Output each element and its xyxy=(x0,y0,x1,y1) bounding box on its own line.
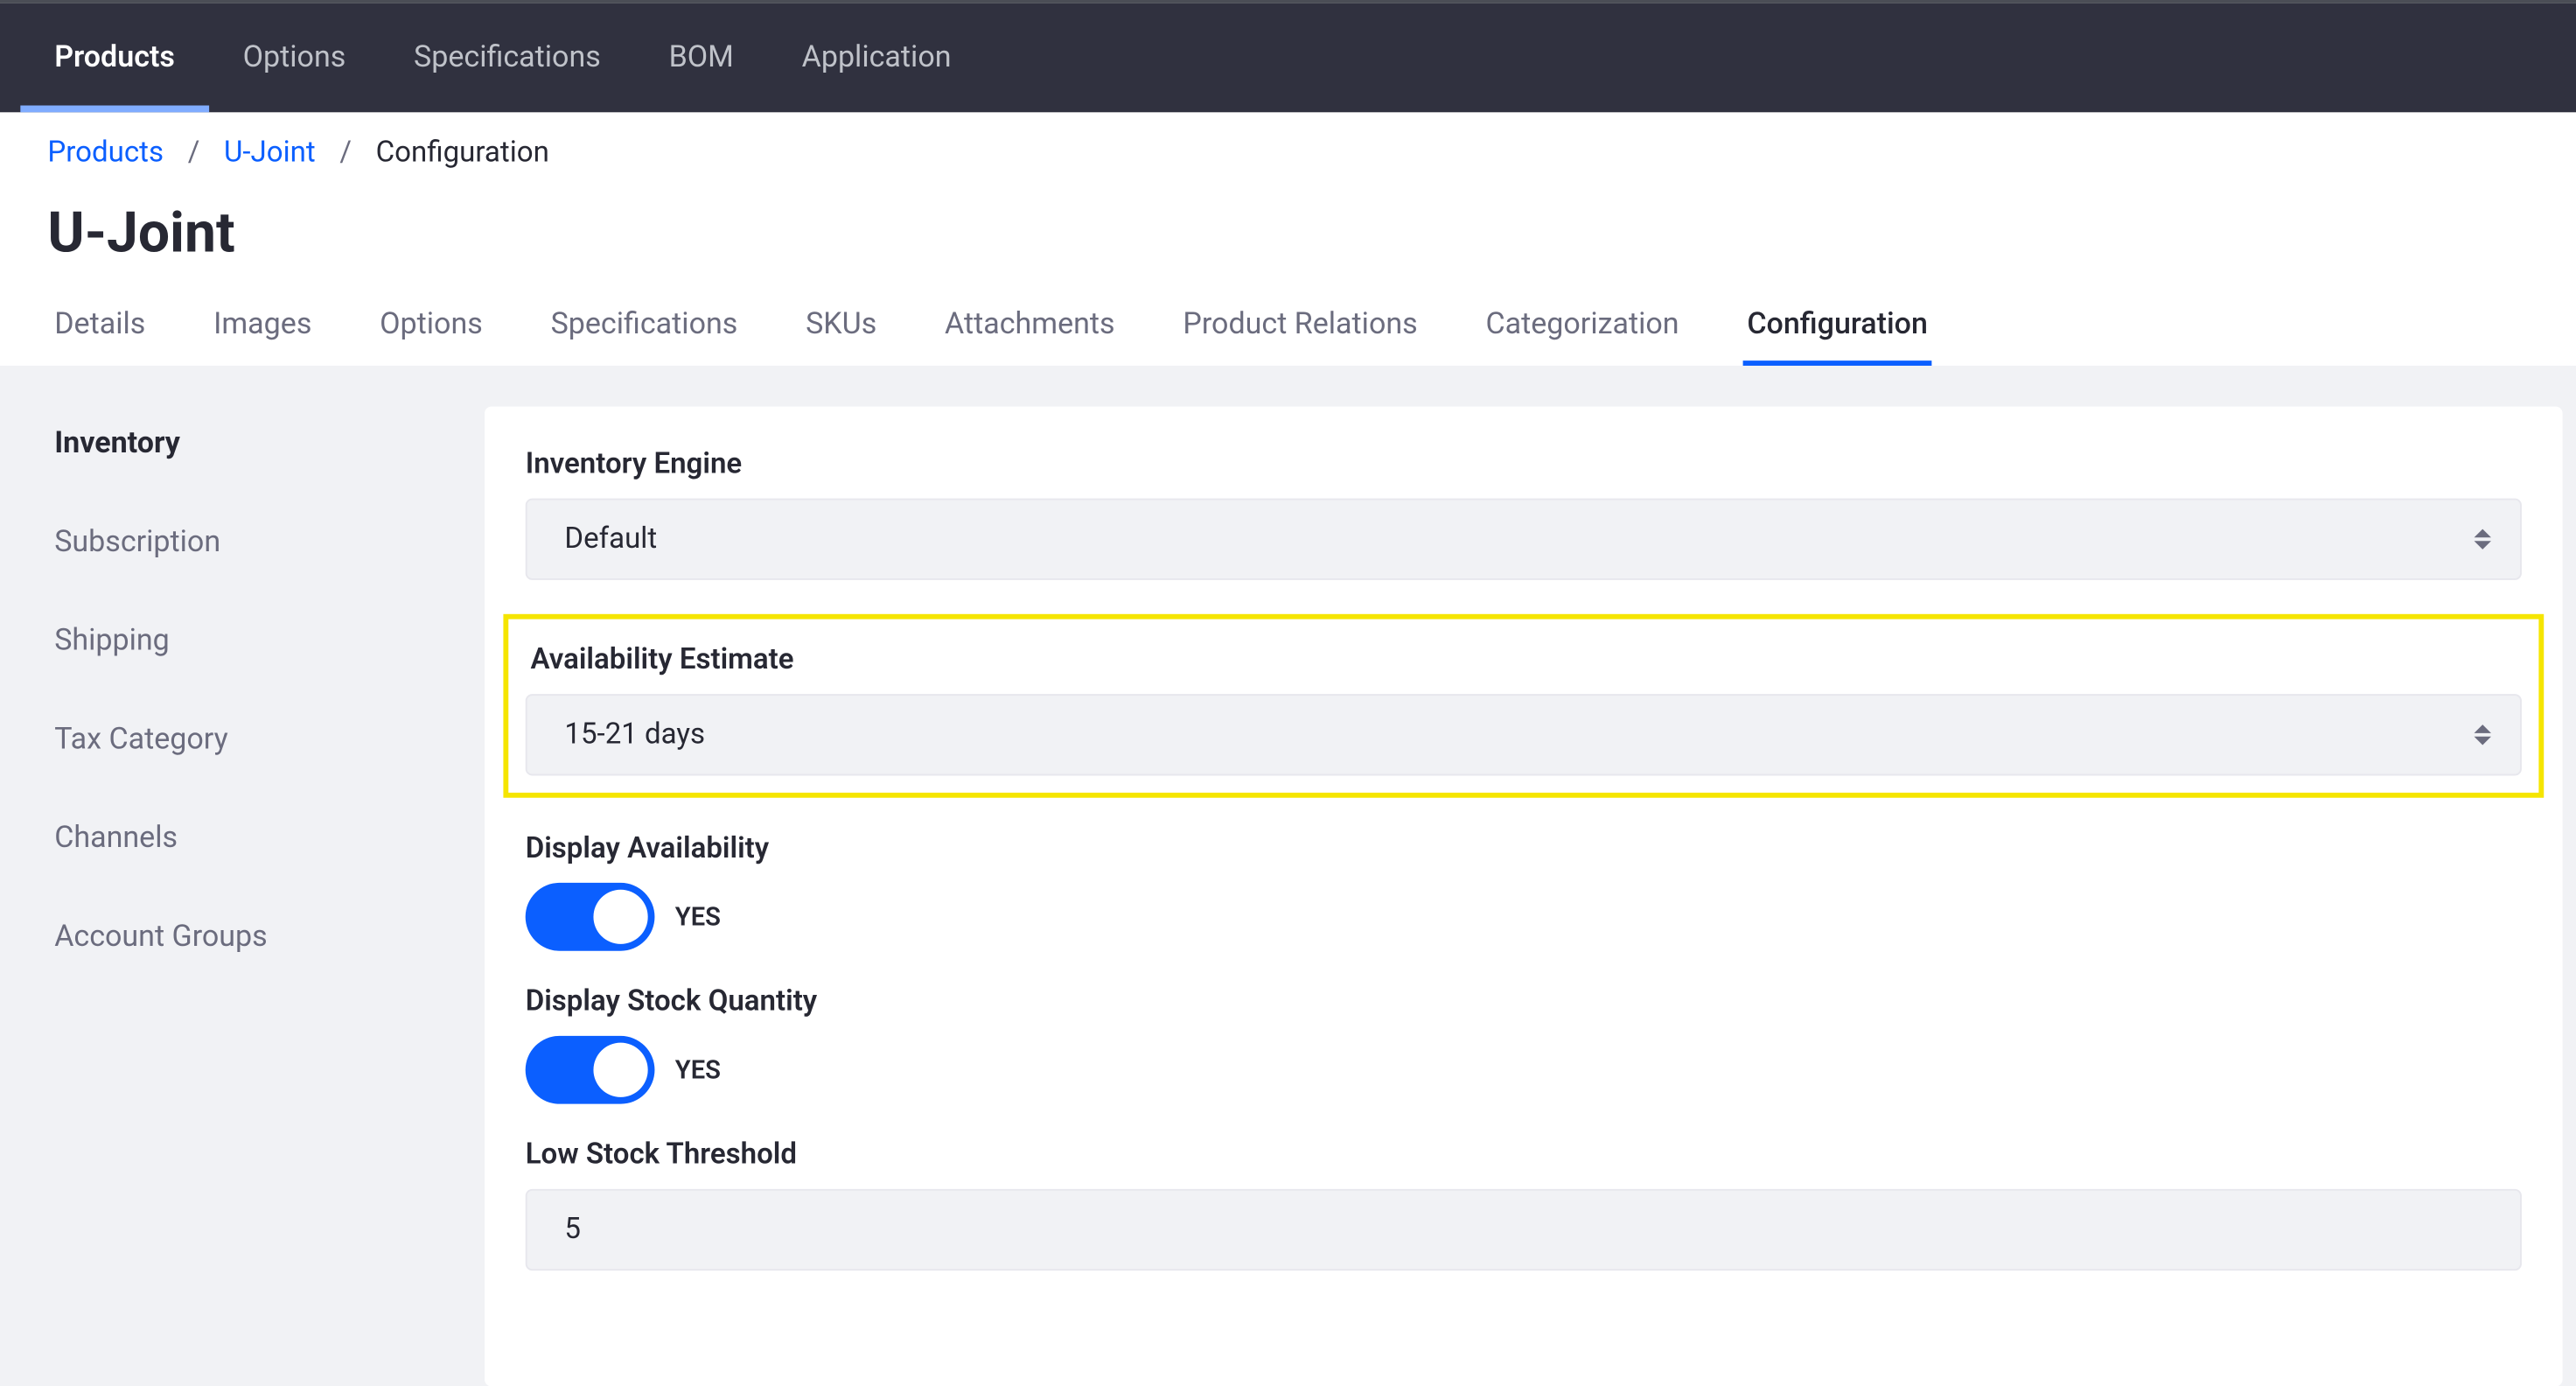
label-low-stock-threshold: Low Stock Threshold xyxy=(526,1138,2522,1172)
topnav-label: Specifications xyxy=(414,41,601,75)
sidenav-label: Account Groups xyxy=(54,920,268,955)
sidenav-item-subscription[interactable]: Subscription xyxy=(41,505,475,580)
tab-options[interactable]: Options xyxy=(346,290,516,366)
sub-tabs: Details Images Options Specifications SK… xyxy=(0,290,2576,366)
toggle-display-availability[interactable] xyxy=(526,883,655,951)
field-display-availability: Display Availability YES xyxy=(526,832,2522,951)
highlight-availability-estimate: Availability Estimate 15-21 days xyxy=(503,614,2544,798)
sidenav-label: Subscription xyxy=(54,526,220,560)
side-nav: Inventory Subscription Shipping Tax Cate… xyxy=(0,366,485,1386)
tab-label: Product Relations xyxy=(1183,308,1417,342)
topnav-label: Products xyxy=(54,41,175,75)
tab-label: Details xyxy=(54,308,145,342)
topnav-label: BOM xyxy=(669,41,734,75)
label-display-availability: Display Availability xyxy=(526,832,2522,866)
top-nav: Products Options Specifications BOM Appl… xyxy=(0,4,2576,112)
select-availability-estimate-wrap: 15-21 days xyxy=(526,694,2522,775)
field-low-stock-threshold: Low Stock Threshold xyxy=(526,1138,2522,1271)
input-low-stock-threshold[interactable] xyxy=(526,1189,2522,1270)
tab-label: Options xyxy=(380,308,483,342)
breadcrumb-current: Configuration xyxy=(376,136,549,171)
select-availability-estimate[interactable]: 15-21 days xyxy=(526,694,2522,775)
topnav-item-products[interactable]: Products xyxy=(20,4,208,112)
config-panel: Inventory Engine Default Availability Es… xyxy=(485,407,2563,1386)
breadcrumb-sep: / xyxy=(188,136,200,171)
content-area: Inventory Subscription Shipping Tax Cate… xyxy=(0,366,2576,1386)
toggle-row-display-stock-quantity: YES xyxy=(526,1036,2522,1104)
tab-specifications[interactable]: Specifications xyxy=(517,290,772,366)
select-inventory-engine[interactable]: Default xyxy=(526,499,2522,580)
topnav-item-application[interactable]: Application xyxy=(768,4,986,112)
sidenav-label: Channels xyxy=(54,822,178,856)
tab-skus[interactable]: SKUs xyxy=(771,290,911,366)
sidenav-item-channels[interactable]: Channels xyxy=(41,802,475,877)
tab-categorization[interactable]: Categorization xyxy=(1452,290,1714,366)
tab-details[interactable]: Details xyxy=(20,290,179,366)
sidenav-item-shipping[interactable]: Shipping xyxy=(41,604,475,679)
label-availability-estimate: Availability Estimate xyxy=(531,643,2522,677)
topnav-item-specifications[interactable]: Specifications xyxy=(380,4,635,112)
tab-images[interactable]: Images xyxy=(179,290,346,366)
field-availability-estimate: Availability Estimate 15-21 days xyxy=(526,643,2522,776)
sidenav-label: Inventory xyxy=(54,427,180,461)
field-inventory-engine: Inventory Engine Default xyxy=(526,447,2522,580)
sidenav-item-inventory[interactable]: Inventory xyxy=(41,407,475,482)
tab-attachments[interactable]: Attachments xyxy=(911,290,1148,366)
topnav-label: Options xyxy=(243,41,346,75)
toggle-state-label: YES xyxy=(675,901,721,932)
label-inventory-engine: Inventory Engine xyxy=(526,447,2522,481)
breadcrumb-link-products[interactable]: Products xyxy=(47,136,164,171)
sidenav-item-account-groups[interactable]: Account Groups xyxy=(41,900,475,975)
tab-label: Configuration xyxy=(1747,308,1928,342)
page-title: U-Joint xyxy=(0,177,2576,290)
topnav-label: Application xyxy=(802,41,952,75)
tab-product-relations[interactable]: Product Relations xyxy=(1149,290,1452,366)
breadcrumb: Products / U-Joint / Configuration xyxy=(0,112,2576,177)
field-display-stock-quantity: Display Stock Quantity YES xyxy=(526,985,2522,1104)
label-display-stock-quantity: Display Stock Quantity xyxy=(526,985,2522,1019)
breadcrumb-sep: / xyxy=(339,136,352,171)
select-inventory-engine-wrap: Default xyxy=(526,499,2522,580)
topnav-item-options[interactable]: Options xyxy=(209,4,380,112)
toggle-state-label: YES xyxy=(675,1054,721,1085)
sidenav-label: Tax Category xyxy=(54,723,228,757)
toggle-display-stock-quantity[interactable] xyxy=(526,1036,655,1104)
tab-label: SKUs xyxy=(806,308,876,342)
sidenav-item-tax-category[interactable]: Tax Category xyxy=(41,703,475,778)
tab-configuration[interactable]: Configuration xyxy=(1713,290,1961,366)
tab-label: Categorization xyxy=(1485,308,1679,342)
topnav-item-bom[interactable]: BOM xyxy=(635,4,768,112)
breadcrumb-link-ujoint[interactable]: U-Joint xyxy=(224,136,316,171)
sidenav-label: Shipping xyxy=(54,624,170,658)
tab-label: Images xyxy=(213,308,311,342)
toggle-knob xyxy=(593,1043,647,1097)
toggle-row-display-availability: YES xyxy=(526,883,2522,951)
tab-label: Specifications xyxy=(551,308,738,342)
toggle-knob xyxy=(593,890,647,944)
tab-label: Attachments xyxy=(945,308,1115,342)
